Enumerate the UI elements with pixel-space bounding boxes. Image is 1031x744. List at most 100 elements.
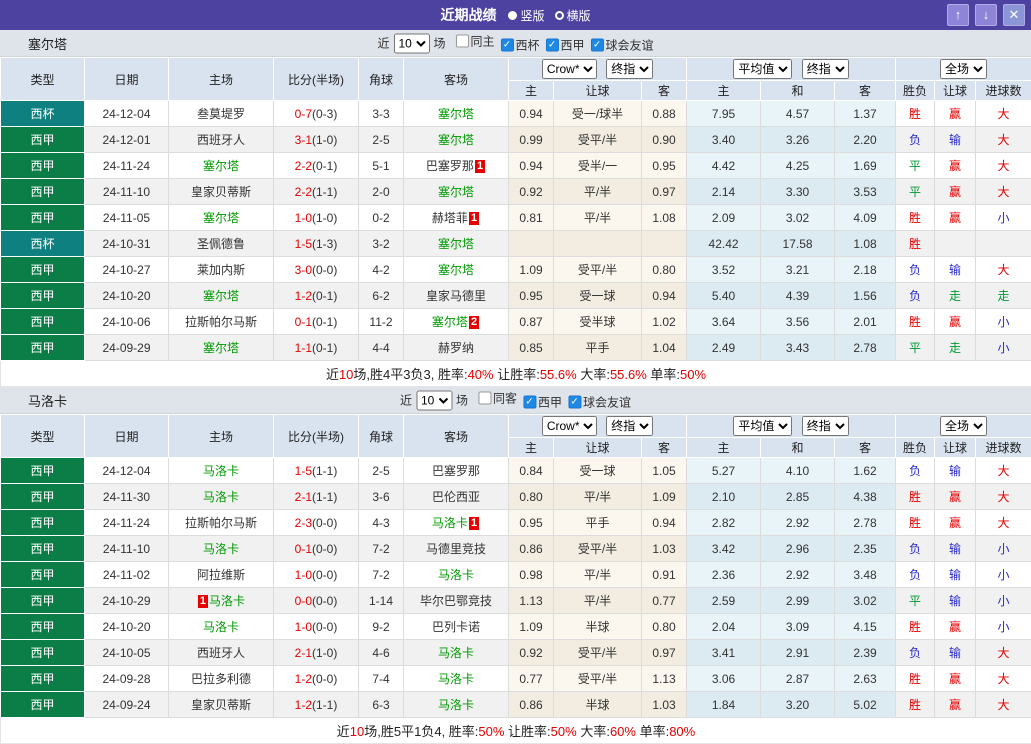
filter-bar: 近 10 场 同主✓西杯✓西甲✓球会友谊 <box>377 33 653 54</box>
half-time-score: (1-1) <box>312 185 337 199</box>
summary-label: 单率: <box>636 724 669 739</box>
outcome-result-cell: 平 <box>896 335 935 361</box>
match-type-cell: 西甲 <box>1 484 85 510</box>
asia-away-odds-cell: 1.02 <box>642 309 687 335</box>
full-time-score: 3-1 <box>295 133 312 147</box>
filter-checkbox[interactable]: 同主 <box>455 33 494 50</box>
score-cell: 0-1(0-0) <box>274 536 359 562</box>
away-team-cell: 马洛卡 <box>404 692 509 718</box>
col-header-euro-away: 客 <box>835 81 896 101</box>
asia-final-odds-select[interactable]: 终指 <box>606 416 653 436</box>
goals-result-cell: 大 <box>976 127 1031 153</box>
match-row: 西甲24-11-24塞尔塔2-2(0-1)5-1巴塞罗那10.94受半/一0.9… <box>1 153 1031 179</box>
team-name: 赫塔菲 <box>432 211 468 225</box>
score-cell: 3-0(0-0) <box>274 257 359 283</box>
match-count-select[interactable]: 10 <box>416 390 452 410</box>
handicap-cell: 平手 <box>554 510 642 536</box>
euro-draw-odds-cell: 3.26 <box>761 127 835 153</box>
euro-draw-odds-cell: 2.92 <box>761 510 835 536</box>
handicap-result-cell: 赢 <box>935 205 976 231</box>
goals-result-cell: 小 <box>976 562 1031 588</box>
filter-checkbox[interactable]: ✓球会友谊 <box>591 37 654 54</box>
full-time-score: 0-7 <box>295 107 312 121</box>
handicap-result-cell: 赢 <box>935 309 976 335</box>
away-team-cell: 塞尔塔 <box>404 231 509 257</box>
close-button[interactable]: ✕ <box>1003 4 1025 26</box>
handicap-cell: 受半球 <box>554 309 642 335</box>
euro-away-odds-cell: 4.38 <box>835 484 896 510</box>
asia-final-odds-select[interactable]: 终指 <box>606 59 653 79</box>
euro-away-odds-cell: 2.63 <box>835 666 896 692</box>
euro-draw-odds-cell: 2.99 <box>761 588 835 614</box>
euro-away-odds-cell: 2.20 <box>835 127 896 153</box>
home-team-cell: 马洛卡 <box>169 484 274 510</box>
move-up-button[interactable]: ↑ <box>947 4 969 26</box>
filter-checkbox[interactable]: ✓西杯 <box>501 37 540 54</box>
filter-checkbox[interactable]: ✓西甲 <box>546 37 585 54</box>
handicap-result-cell: 赢 <box>935 484 976 510</box>
outcome-result-cell: 胜 <box>896 614 935 640</box>
full-time-score: 2-2 <box>295 159 312 173</box>
scope-select[interactable]: 全场 <box>940 416 987 436</box>
goals-result-cell: 小 <box>976 335 1031 361</box>
euro-average-select[interactable]: 平均值 <box>733 59 792 79</box>
euro-home-odds-cell: 3.42 <box>687 536 761 562</box>
euro-average-select[interactable]: 平均值 <box>733 416 792 436</box>
goals-result-cell: 小 <box>976 536 1031 562</box>
euro-home-odds-cell: 2.82 <box>687 510 761 536</box>
asia-away-odds-cell: 1.09 <box>642 484 687 510</box>
handicap-result-cell: 走 <box>935 283 976 309</box>
asia-away-odds-cell: 1.04 <box>642 335 687 361</box>
handicap-cell: 受一球 <box>554 283 642 309</box>
date-cell: 24-12-04 <box>85 458 169 484</box>
match-count-select[interactable]: 10 <box>393 33 429 53</box>
euro-final-odds-select[interactable]: 终指 <box>802 416 849 436</box>
handicap-cell: 受半/一 <box>554 153 642 179</box>
summary-value: 55.6% <box>610 367 647 382</box>
col-header-asia-home: 主 <box>509 438 554 458</box>
score-cell: 0-7(0-3) <box>274 101 359 127</box>
away-team-cell: 皇家马德里 <box>404 283 509 309</box>
euro-home-odds-cell: 5.40 <box>687 283 761 309</box>
filter-checkbox[interactable]: ✓球会友谊 <box>568 394 631 411</box>
move-down-button[interactable]: ↓ <box>975 4 997 26</box>
bookmaker-select[interactable]: Crow* <box>542 416 597 436</box>
filter-checkbox[interactable]: 同客 <box>478 390 517 407</box>
score-cell: 2-1(1-0) <box>274 640 359 666</box>
full-time-score: 2-1 <box>295 646 312 660</box>
euro-away-odds-cell: 1.08 <box>835 231 896 257</box>
checkbox-icon: ✓ <box>591 39 604 52</box>
summary-label: 近 <box>326 367 339 382</box>
euro-home-odds-cell: 2.36 <box>687 562 761 588</box>
match-type-cell: 西甲 <box>1 536 85 562</box>
layout-radio-option[interactable]: 横版 <box>555 7 591 24</box>
handicap-result-cell <box>935 231 976 257</box>
handicap-cell: 平/半 <box>554 588 642 614</box>
layout-radio-selected[interactable]: 竖版 <box>508 7 544 24</box>
handicap-result-cell: 输 <box>935 257 976 283</box>
asia-home-odds-cell: 0.99 <box>509 127 554 153</box>
match-row: 西甲24-10-06拉斯帕尔马斯0-1(0-1)11-2塞尔塔20.87受半球1… <box>1 309 1031 335</box>
page-title: 近期战绩 <box>440 5 496 25</box>
handicap-result-cell: 输 <box>935 536 976 562</box>
score-cell: 1-5(1-3) <box>274 231 359 257</box>
filter-bar: 近 10 场 同客✓西甲✓球会友谊 <box>400 390 631 411</box>
asia-away-odds-cell: 1.05 <box>642 458 687 484</box>
col-header-outcome: 胜负 <box>896 438 935 458</box>
asia-away-odds-cell: 0.94 <box>642 510 687 536</box>
scope-select[interactable]: 全场 <box>940 59 987 79</box>
team-name-label: 马洛卡 <box>0 391 67 410</box>
corners-cell: 1-14 <box>359 588 404 614</box>
outcome-result-cell: 平 <box>896 153 935 179</box>
euro-final-odds-select[interactable]: 终指 <box>802 59 849 79</box>
team-name: 马洛卡 <box>438 672 474 686</box>
score-cell: 2-1(1-1) <box>274 484 359 510</box>
bookmaker-select[interactable]: Crow* <box>542 59 597 79</box>
checkbox-label: 西甲 <box>538 394 562 411</box>
layout-radio-group: 竖版横版 <box>508 7 590 24</box>
euro-draw-odds-cell: 2.85 <box>761 484 835 510</box>
score-cell: 1-0(0-0) <box>274 562 359 588</box>
summary-row: 近10场,胜4平3负3, 胜率:40% 让胜率:55.6% 大率:55.6% 单… <box>1 361 1031 387</box>
away-team-cell: 马洛卡 <box>404 562 509 588</box>
filter-checkbox[interactable]: ✓西甲 <box>523 394 562 411</box>
